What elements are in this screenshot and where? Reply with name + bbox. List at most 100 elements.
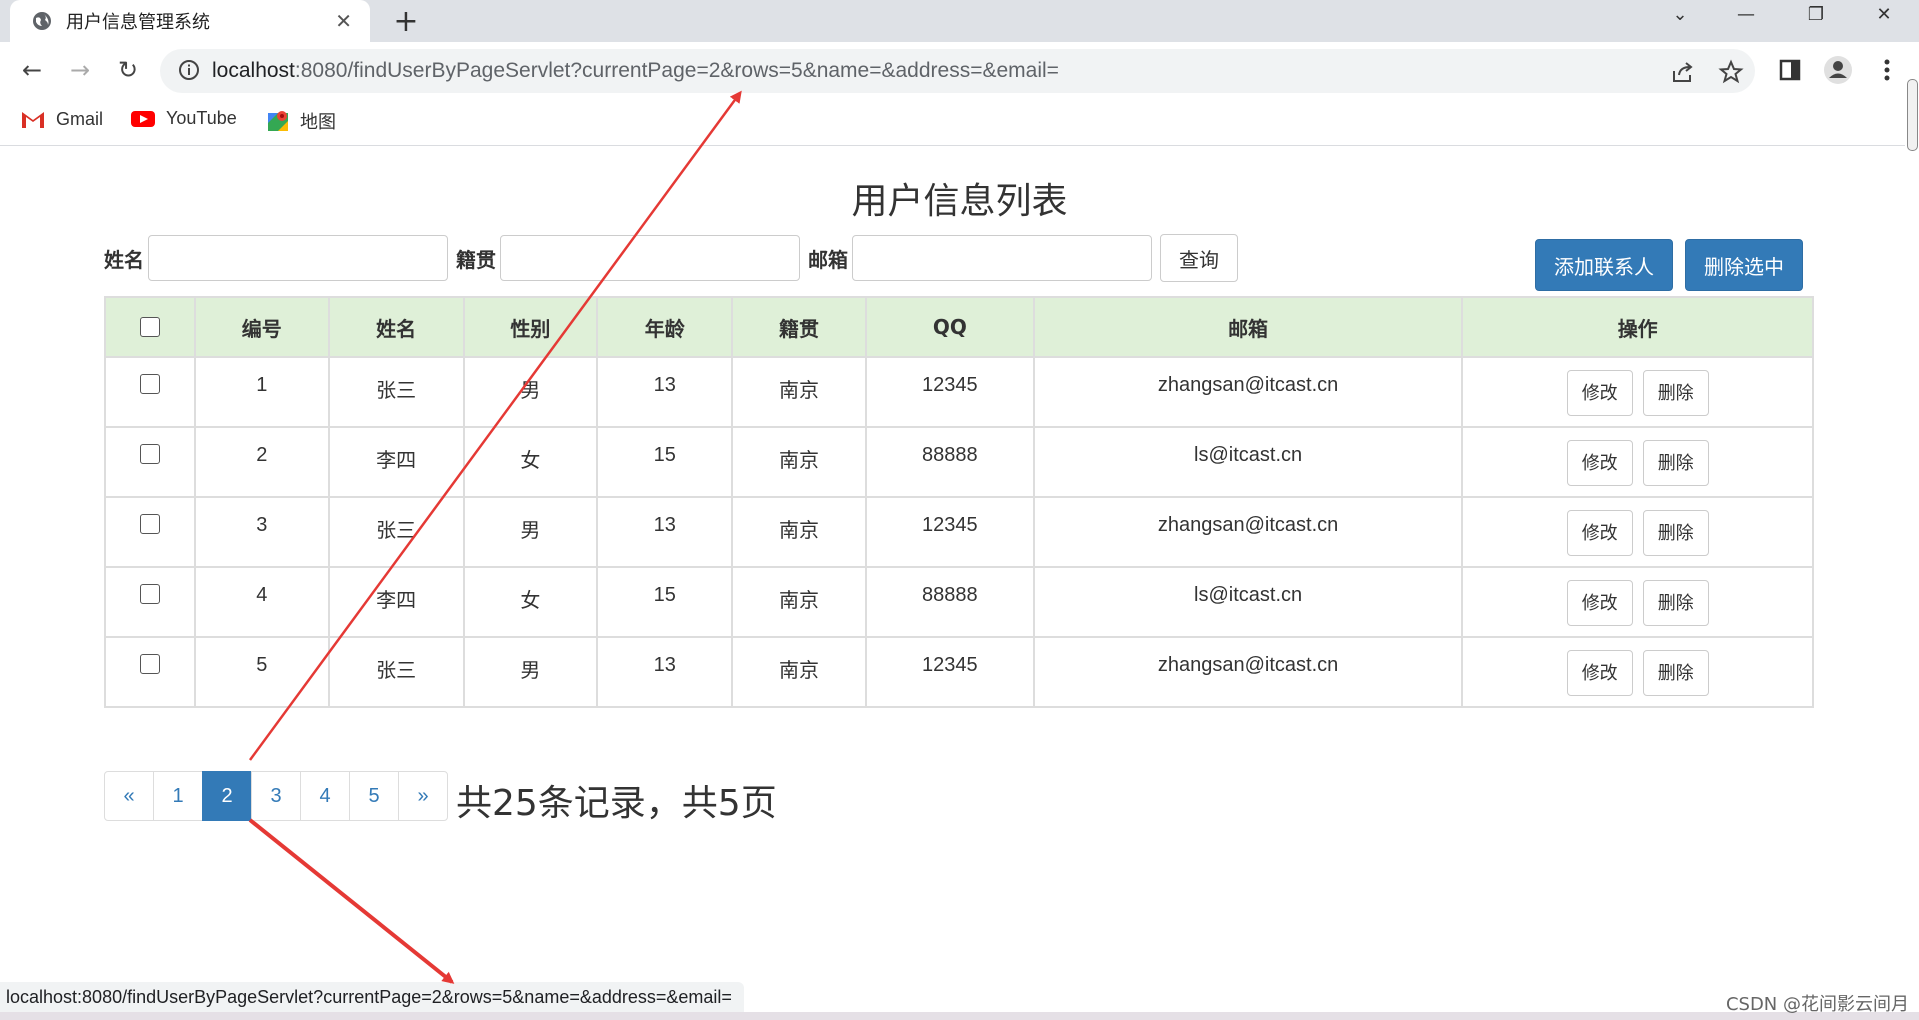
address-bar[interactable]: localhost:8080/findUserByPageServlet?cur… — [160, 49, 1755, 93]
address-input[interactable] — [500, 235, 800, 281]
bookmark-star-icon[interactable] — [1718, 59, 1744, 85]
edit-button[interactable]: 修改 — [1566, 440, 1633, 486]
delete-button[interactable]: 删除 — [1642, 370, 1709, 416]
tab-strip: 用户信息管理系统 ✕ + ⌄ — ❐ ✕ — [0, 0, 1919, 42]
name-input[interactable] — [148, 235, 448, 281]
select-all-header — [104, 296, 196, 358]
status-url-bubble: localhost:8080/findUserByPageServlet?cur… — [0, 982, 744, 1012]
tab-search-icon[interactable]: ⌄ — [1650, 0, 1710, 32]
page-link-4[interactable]: 4 — [300, 771, 350, 821]
globe-icon — [33, 12, 51, 30]
page-next-link[interactable]: » — [398, 771, 448, 821]
forward-icon[interactable]: → — [60, 50, 100, 90]
email-label: 邮箱 — [808, 247, 848, 272]
delete-button[interactable]: 删除 — [1642, 440, 1709, 486]
cell-id: 4 — [193, 566, 330, 638]
taskbar-strip — [0, 1012, 1919, 1020]
cell-email: ls@itcast.cn — [1032, 426, 1464, 498]
cell-name: 张三 — [327, 636, 465, 708]
header-address: 籍贯 — [731, 296, 867, 358]
cell-qq: 12345 — [864, 496, 1035, 568]
cell-age: 13 — [596, 636, 734, 708]
bookmark-gmail[interactable]: Gmail — [20, 108, 103, 130]
cell-address: 南京 — [731, 426, 867, 498]
row-checkbox[interactable] — [139, 654, 160, 674]
delete-button[interactable]: 删除 — [1642, 510, 1709, 556]
browser-tab[interactable]: 用户信息管理系统 ✕ — [10, 0, 370, 42]
reload-icon[interactable]: ↻ — [108, 50, 148, 90]
cell-id: 5 — [193, 636, 330, 708]
cell-address: 南京 — [731, 496, 867, 568]
page-link-5[interactable]: 5 — [349, 771, 399, 821]
edit-button[interactable]: 修改 — [1566, 510, 1633, 556]
header-email: 邮箱 — [1032, 296, 1464, 358]
cell-gender: 男 — [462, 636, 599, 708]
cell-gender: 女 — [462, 566, 599, 638]
cell-name: 张三 — [327, 496, 465, 568]
row-checkbox[interactable] — [139, 444, 160, 464]
side-panel-icon[interactable] — [1773, 53, 1807, 87]
cell-name: 李四 — [327, 566, 465, 638]
site-info-icon[interactable] — [178, 59, 200, 81]
bookmarks-bar: Gmail YouTube 地图 — [0, 100, 1919, 146]
cell-name: 张三 — [327, 356, 465, 428]
cell-address: 南京 — [731, 356, 867, 428]
delete-selected-button[interactable]: 删除选中 — [1685, 239, 1803, 291]
address-label: 籍贯 — [456, 247, 496, 272]
cell-gender: 女 — [462, 426, 599, 498]
tab-title: 用户信息管理系统 — [66, 12, 210, 33]
row-checkbox[interactable] — [139, 514, 160, 534]
minimize-icon[interactable]: — — [1716, 0, 1776, 32]
restore-icon[interactable]: ❐ — [1786, 0, 1846, 32]
cell-address: 南京 — [731, 636, 867, 708]
bookmark-maps[interactable]: 地图 — [266, 108, 336, 134]
header-name: 姓名 — [327, 296, 465, 358]
window-close-icon[interactable]: ✕ — [1854, 0, 1914, 32]
row-checkbox[interactable] — [139, 584, 160, 604]
cell-age: 13 — [596, 356, 734, 428]
delete-button[interactable]: 删除 — [1642, 650, 1709, 696]
record-summary: 共25条记录，共5页 — [456, 783, 777, 824]
bookmark-youtube[interactable]: YouTube — [130, 108, 237, 129]
cell-email: zhangsan@itcast.cn — [1032, 356, 1464, 428]
scrollbar-thumb[interactable] — [1907, 79, 1918, 151]
add-contact-button[interactable]: 添加联系人 — [1535, 239, 1673, 291]
edit-button[interactable]: 修改 — [1566, 580, 1633, 626]
cell-id: 3 — [193, 496, 330, 568]
new-tab-icon[interactable]: + — [390, 4, 422, 39]
name-label: 姓名 — [104, 247, 144, 272]
gmail-icon — [22, 112, 44, 128]
page-link-2-active[interactable]: 2 — [202, 771, 252, 821]
delete-button[interactable]: 删除 — [1642, 580, 1709, 626]
page-prev-link[interactable]: « — [104, 771, 154, 821]
cell-age: 13 — [596, 496, 734, 568]
back-icon[interactable]: ← — [12, 50, 52, 90]
page-link-3[interactable]: 3 — [251, 771, 301, 821]
table-row: 3 张三 男 13 南京 12345 zhangsan@itcast.cn 修改… — [104, 496, 1814, 568]
cell-actions: 修改 删除 — [1461, 356, 1814, 428]
table-row: 1 张三 男 13 南京 12345 zhangsan@itcast.cn 修改… — [104, 356, 1814, 428]
edit-button[interactable]: 修改 — [1566, 370, 1633, 416]
cell-age: 15 — [596, 566, 734, 638]
cell-gender: 男 — [462, 496, 599, 568]
cell-actions: 修改 删除 — [1461, 426, 1814, 498]
row-checkbox[interactable] — [139, 374, 160, 394]
watermark: CSDN @花间影云间月 — [1725, 994, 1909, 1015]
edit-button[interactable]: 修改 — [1566, 650, 1633, 696]
cell-email: zhangsan@itcast.cn — [1032, 636, 1464, 708]
search-button[interactable]: 查询 — [1160, 234, 1238, 282]
page-title: 用户信息列表 — [851, 181, 1068, 222]
table-row: 4 李四 女 15 南京 88888 ls@itcast.cn 修改 删除 — [104, 566, 1814, 638]
cell-email: ls@itcast.cn — [1032, 566, 1464, 638]
cell-email: zhangsan@itcast.cn — [1032, 496, 1464, 568]
profile-avatar-icon[interactable] — [1821, 53, 1855, 87]
cell-qq: 88888 — [864, 566, 1035, 638]
email-input[interactable] — [852, 235, 1152, 281]
browser-menu-icon[interactable] — [1870, 53, 1904, 87]
header-age: 年龄 — [596, 296, 734, 358]
share-icon[interactable] — [1670, 59, 1696, 85]
page-link-1[interactable]: 1 — [153, 771, 203, 821]
tab-close-icon[interactable]: ✕ — [335, 9, 352, 33]
url-text[interactable]: localhost:8080/findUserByPageServlet?cur… — [212, 59, 1059, 83]
select-all-checkbox[interactable] — [139, 316, 160, 337]
